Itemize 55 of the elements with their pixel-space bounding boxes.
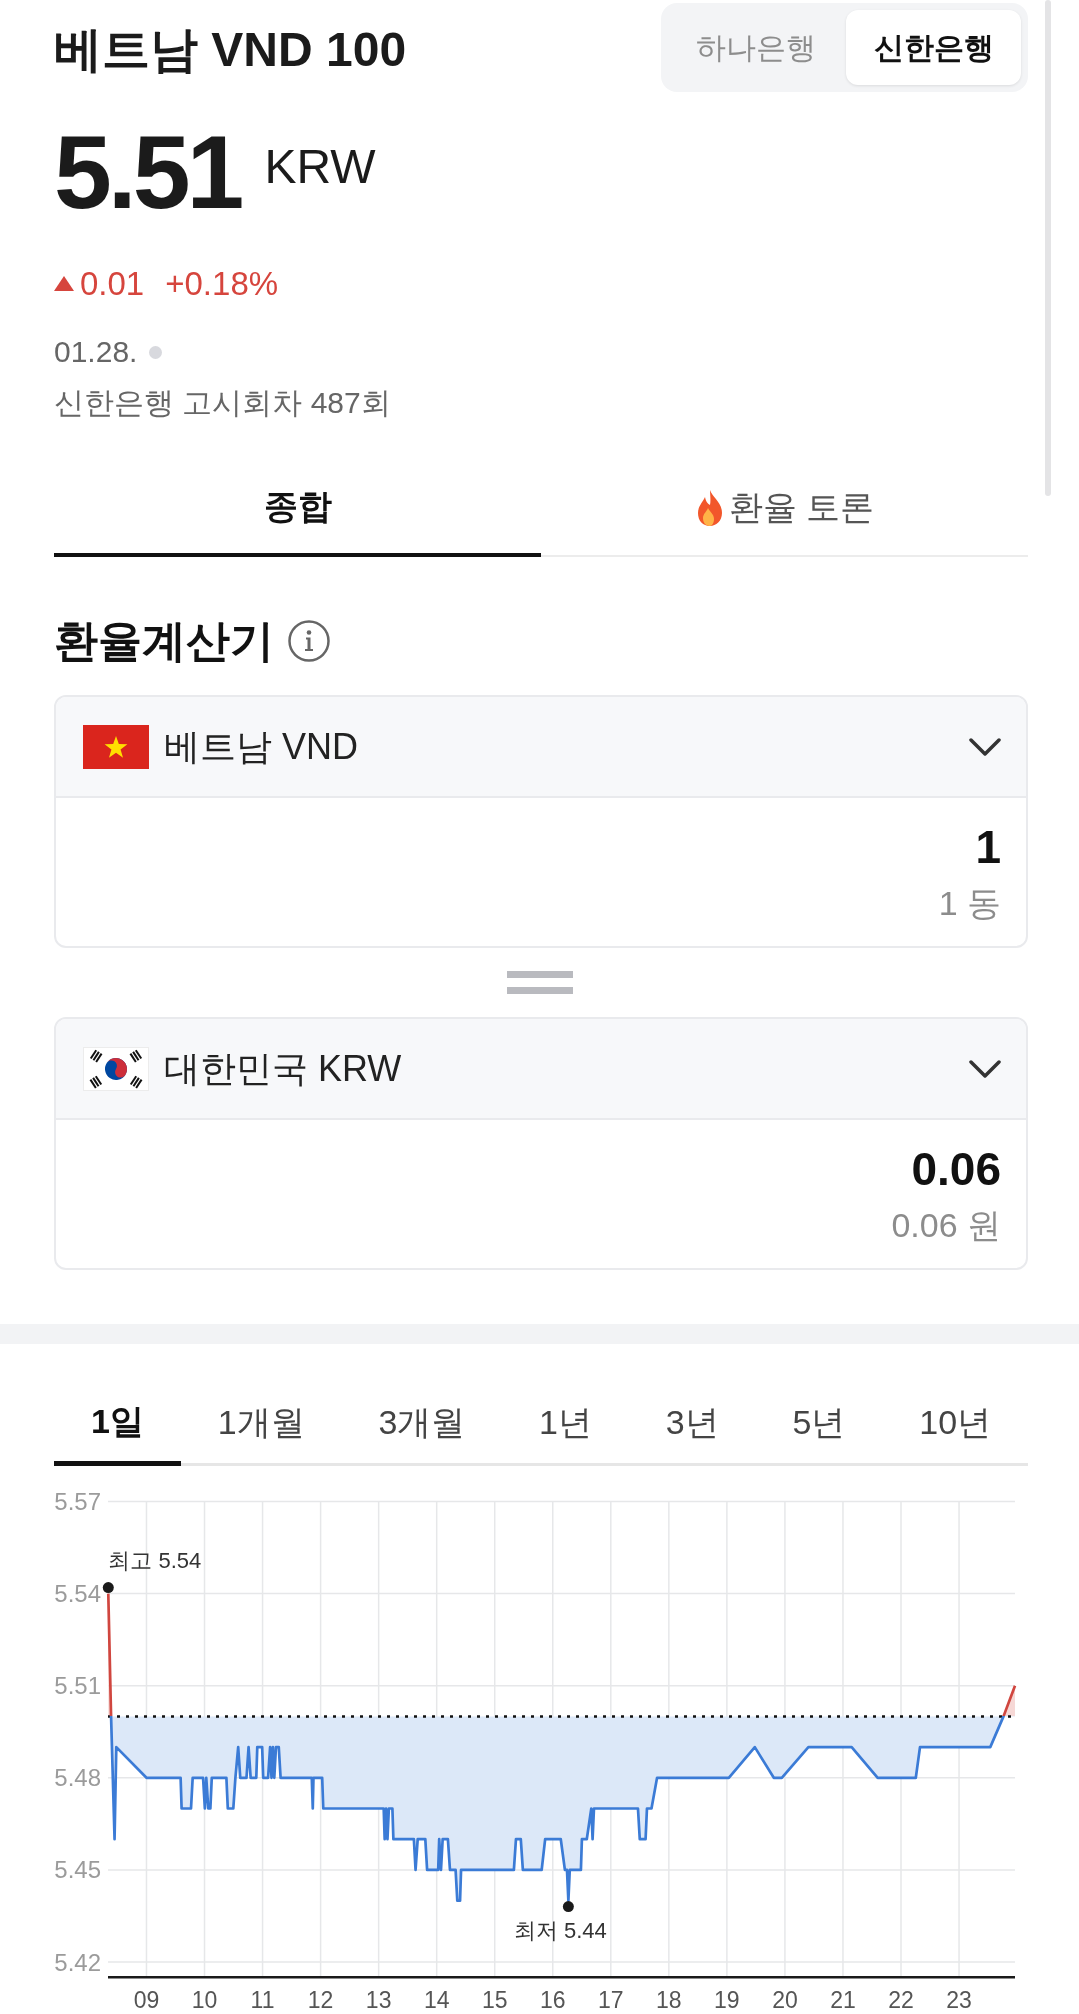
currency-selector[interactable]: 베트남 VND: [56, 697, 1026, 798]
change-percent: +0.18%: [165, 267, 279, 300]
content-tab[interactable]: 환율 토론: [541, 460, 1028, 557]
period-tab[interactable]: 3년: [628, 1381, 756, 1466]
notice-text: 신한은행 고시회차 487회: [54, 388, 391, 418]
high-point-label: 최고 5.54: [108, 1547, 202, 1573]
currency-code: KRW: [264, 143, 376, 191]
amount-in-words: 0.06 원: [891, 1205, 1001, 1245]
price-value: 5.51: [54, 120, 241, 224]
chevron-down-icon: [969, 1059, 1001, 1078]
point-marker-icon: [102, 1582, 114, 1594]
y-axis-label: 5.45: [54, 1856, 101, 1884]
x-axis-label: 14: [423, 1987, 450, 2013]
amount-in-words: 1 동: [938, 883, 1001, 923]
period-tab[interactable]: 5년: [755, 1381, 883, 1466]
y-axis-label: 5.48: [54, 1764, 101, 1792]
x-axis-label: 20: [772, 1987, 798, 2013]
change-amount: 0.01: [80, 267, 145, 300]
y-axis-label: 5.57: [54, 1488, 101, 1515]
korea-flag-icon: [83, 1046, 149, 1091]
y-axis-label: 5.54: [54, 1580, 101, 1608]
x-axis-label: 11: [250, 1987, 275, 2013]
y-axis-label: 5.51: [54, 1672, 101, 1700]
period-tab[interactable]: 1개월: [180, 1381, 342, 1466]
page-title: 베트남 VND 100: [54, 22, 407, 78]
x-axis-label: 13: [365, 1987, 392, 2013]
vietnam-flag-icon: [83, 724, 149, 769]
period-tab[interactable]: 1년: [502, 1381, 629, 1466]
equals-icon: [506, 971, 573, 994]
x-axis-label: 10: [191, 1987, 218, 2013]
x-axis-label: 18: [656, 1987, 682, 2013]
x-axis-label: 22: [888, 1987, 914, 2013]
bank-tab[interactable]: 신한은행: [846, 10, 1021, 85]
amount-field[interactable]: 1: [81, 819, 1001, 875]
x-axis-label: 19: [714, 1987, 740, 2013]
currency-selector[interactable]: 대한민국 KRW: [56, 1019, 1026, 1120]
section-title: 환율계산기: [54, 615, 274, 667]
period-tab[interactable]: 1일: [54, 1381, 181, 1466]
chevron-down-icon: [969, 737, 1001, 756]
y-axis-label: 5.42: [54, 1948, 101, 1976]
x-axis-label: 09: [133, 1987, 160, 2013]
x-axis-label: 16: [539, 1987, 566, 2013]
amount-field[interactable]: 0.06: [81, 1141, 1001, 1197]
period-tab[interactable]: 3개월: [341, 1381, 503, 1466]
x-axis-label: 23: [946, 1987, 972, 2013]
x-axis-label: 17: [598, 1987, 624, 2013]
point-marker-icon: [562, 1901, 574, 1913]
info-icon[interactable]: [288, 620, 330, 662]
x-axis-label: 15: [481, 1987, 508, 2013]
x-axis-label: 21: [830, 1987, 856, 2013]
period-tab[interactable]: 10년: [882, 1381, 1029, 1466]
content-tab[interactable]: 종합: [54, 460, 541, 557]
quote-date: 01.28.: [54, 337, 138, 367]
x-axis-label: 12: [307, 1987, 334, 2013]
low-point-label: 최저 5.44: [513, 1917, 607, 1943]
